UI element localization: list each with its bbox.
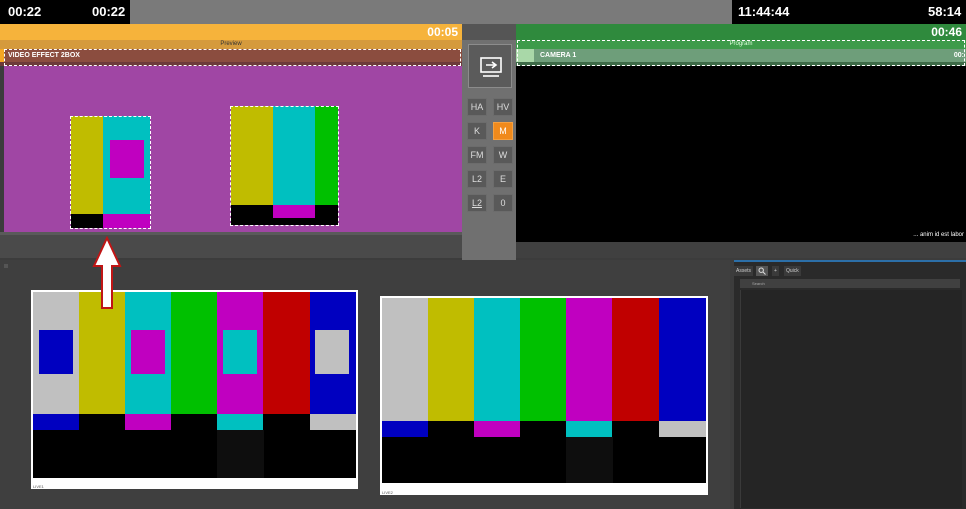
up-arrow-icon bbox=[92, 236, 122, 309]
live2-castellation bbox=[382, 421, 706, 437]
live2-pluge bbox=[382, 437, 706, 483]
switcher-button[interactable]: L2 bbox=[467, 194, 487, 212]
live1-square-2 bbox=[131, 330, 165, 374]
program-countdown: 00:46 bbox=[931, 25, 962, 39]
top-status-bar: 00:22 00:22 11:44:44 58:14 bbox=[0, 0, 966, 24]
preview-monitor[interactable] bbox=[4, 66, 462, 232]
live1-square-3 bbox=[223, 330, 257, 374]
preview-box-2-selection bbox=[230, 106, 339, 226]
switcher-button[interactable]: K bbox=[467, 122, 487, 140]
switcher-button[interactable]: HA bbox=[467, 98, 487, 116]
live1-castellation bbox=[33, 414, 356, 430]
preview-countdown-bar: 00:05 bbox=[0, 24, 462, 40]
program-countdown-bar: 00:46 bbox=[516, 24, 966, 40]
live1-pluge bbox=[33, 430, 356, 478]
switcher-button[interactable]: E bbox=[493, 170, 513, 188]
tab-add[interactable]: + bbox=[772, 266, 779, 276]
assets-panel: Assets + Quick Search bbox=[734, 260, 966, 509]
live2-label: LIVE2 bbox=[382, 490, 393, 495]
switcher-header bbox=[462, 24, 516, 40]
remaining-time: 58:14 bbox=[928, 4, 962, 19]
switcher-button[interactable]: FM bbox=[467, 146, 487, 164]
take-button[interactable] bbox=[468, 44, 512, 88]
switcher-button[interactable]: L2 bbox=[467, 170, 487, 188]
program-source-selection bbox=[517, 40, 965, 66]
preview-source-selection bbox=[4, 49, 461, 66]
assets-list[interactable] bbox=[740, 290, 962, 508]
tab-search[interactable] bbox=[756, 266, 768, 276]
segment-time: 00:22 bbox=[92, 4, 126, 19]
assets-search-input[interactable]: Search bbox=[740, 279, 960, 288]
live1-square-1 bbox=[39, 330, 73, 374]
preview-countdown: 00:05 bbox=[427, 25, 458, 39]
program-monitor[interactable]: ... anim id est labor bbox=[516, 66, 966, 242]
switcher-button[interactable]: M bbox=[493, 122, 513, 140]
preview-box-1-selection bbox=[70, 116, 151, 229]
tab-quick[interactable]: Quick bbox=[784, 266, 801, 276]
live1-square-4 bbox=[315, 330, 349, 374]
switcher-button[interactable]: W bbox=[493, 146, 513, 164]
switcher-button[interactable]: HV bbox=[493, 98, 513, 116]
switcher-button[interactable]: 0 bbox=[493, 194, 513, 212]
swap-screens-icon bbox=[480, 57, 502, 77]
live2-monitor[interactable]: LIVE2 bbox=[380, 296, 708, 495]
live2-color-bars bbox=[382, 298, 706, 421]
elapsed-time: 00:22 bbox=[8, 4, 42, 19]
program-footer bbox=[516, 242, 966, 258]
tab-assets[interactable]: Assets bbox=[734, 266, 754, 276]
search-icon bbox=[758, 267, 766, 275]
live1-color-bars bbox=[33, 292, 356, 414]
live1-label: LIVE1 bbox=[33, 484, 44, 489]
clock: 11:44:44 bbox=[738, 4, 790, 19]
program-caption: ... anim id est labor bbox=[913, 232, 964, 238]
panel-grip bbox=[4, 264, 8, 268]
preview-label: Preview bbox=[0, 40, 462, 49]
preview-footer bbox=[0, 232, 462, 258]
live1-monitor[interactable]: LIVE1 bbox=[31, 290, 358, 489]
